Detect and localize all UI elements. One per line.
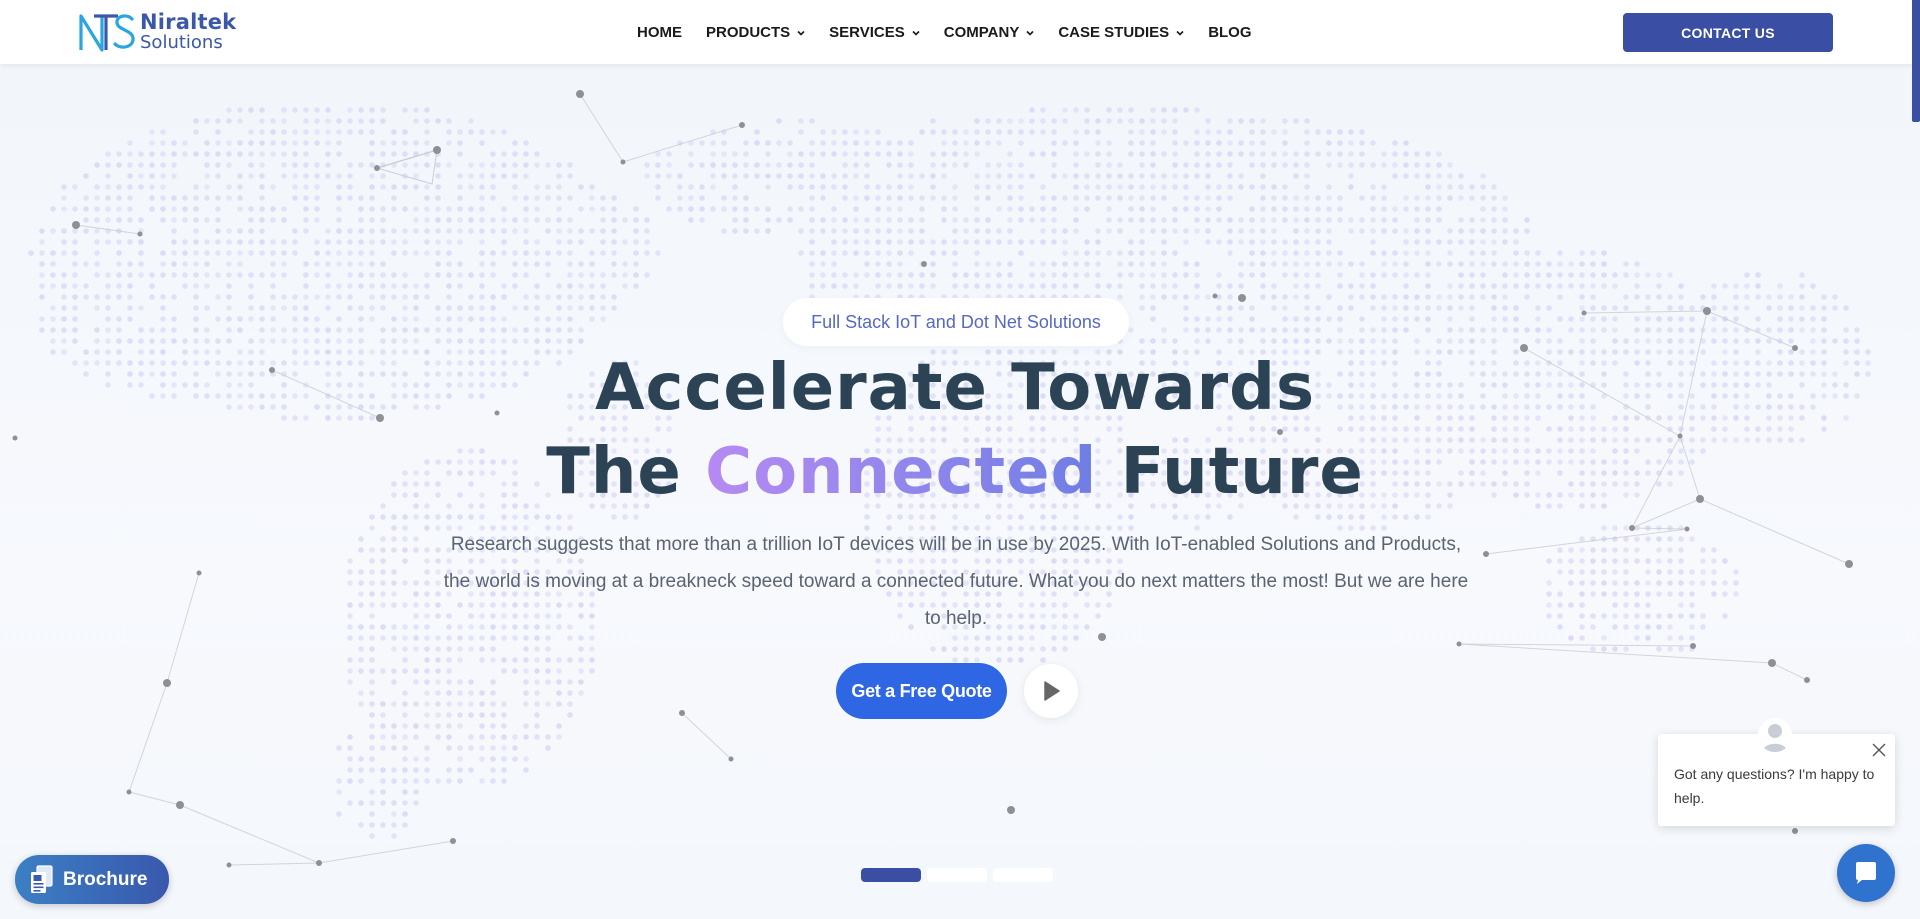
chevron-down-icon [912,30,920,36]
hero-headline-line2: The Connected Future [0,434,1910,510]
slide-dot-1[interactable] [861,868,921,882]
nav-item-label: SERVICES [829,24,905,41]
nav-item-home[interactable]: HOME [637,24,682,41]
nav-item-label: HOME [637,24,682,41]
nav-item-label: PRODUCTS [706,24,791,41]
nav-item-company[interactable]: COMPANY [944,24,1035,41]
site-header: Niraltek Solutions HOME PRODUCTS SERVICE… [0,0,1920,64]
chevron-down-icon [797,30,805,36]
main-navigation: HOME PRODUCTS SERVICES COMPANY CASE STUD… [637,24,1252,41]
brochure-label: Brochure [63,868,148,890]
nav-item-label: BLOG [1208,24,1252,41]
brand-logo[interactable]: Niraltek Solutions [78,10,236,54]
slider-pagination [861,868,1059,882]
nav-item-blog[interactable]: BLOG [1208,24,1251,41]
play-icon [1044,681,1060,701]
hero-headline-line1: Accelerate Towards [594,351,1316,425]
user-avatar-icon [1758,718,1792,752]
nts-monogram-icon [79,14,135,52]
chevron-down-icon [1176,30,1184,36]
slide-dot-2[interactable] [927,868,987,882]
chat-launcher-button[interactable] [1837,844,1895,902]
slide-dot-3[interactable] [993,868,1053,882]
hero-tagline: Full Stack IoT and Dot Net Solutions [783,298,1129,346]
get-free-quote-button[interactable]: Get a Free Quote [836,663,1007,719]
chat-message: Got any questions? I'm happy to help. [1674,766,1875,806]
nav-item-services[interactable]: SERVICES [829,24,920,41]
play-video-button[interactable] [1024,664,1078,718]
headline-text: Future [1097,435,1364,509]
page-scrollbar-thumb[interactable] [1912,0,1920,122]
chevron-down-icon [1026,30,1034,36]
brochure-button[interactable]: Brochure [15,855,169,904]
nav-item-case-studies[interactable]: CASE STUDIES [1058,24,1184,41]
headline-highlight: Connected [705,435,1098,509]
chat-bubble-icon [1856,862,1876,884]
close-icon[interactable] [1871,742,1887,758]
chat-greeting-popup[interactable]: Got any questions? I'm happy to help. [1658,718,1895,826]
headline-text: The [546,435,706,509]
nav-item-label: CASE STUDIES [1058,24,1170,41]
hero-description: Research suggests that more than a trill… [443,534,1469,629]
brochure-document-icon [31,864,53,893]
nav-item-label: COMPANY [943,24,1020,41]
contact-us-button[interactable]: CONTACT US [1623,13,1833,52]
brand-name: Niraltek [140,10,237,34]
nav-item-products[interactable]: PRODUCTS [706,24,805,41]
brand-subtitle: Solutions [140,32,223,53]
